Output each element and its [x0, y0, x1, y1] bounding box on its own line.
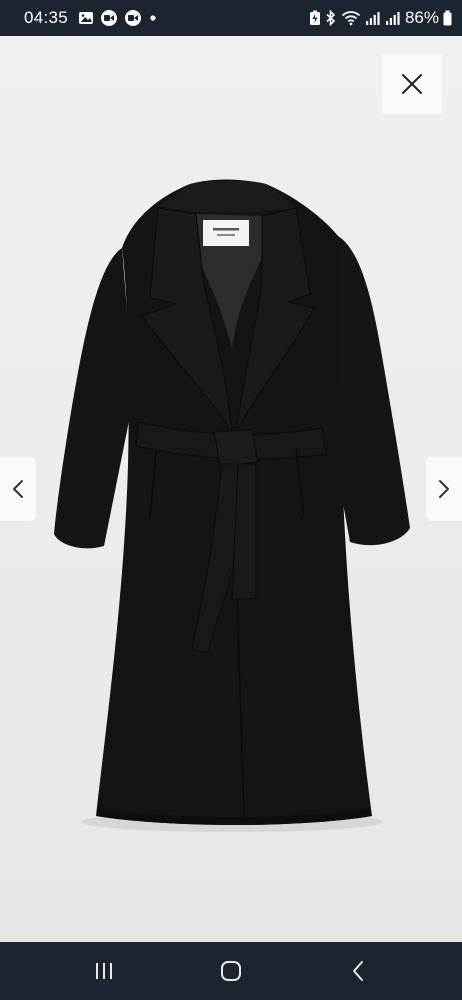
back-icon	[353, 961, 364, 981]
video-call-icon	[124, 9, 142, 27]
recent-apps-button[interactable]	[74, 946, 134, 996]
chevron-left-icon	[13, 480, 23, 498]
bluetooth-icon	[325, 10, 337, 26]
system-navigation-bar	[0, 942, 462, 1000]
next-image-button[interactable]	[426, 457, 462, 521]
video-call-icon	[100, 9, 118, 27]
battery-icon	[443, 10, 452, 26]
coat-collar	[158, 181, 296, 212]
back-button[interactable]	[328, 946, 388, 996]
image-viewer[interactable]	[0, 36, 462, 942]
coat-label	[203, 220, 249, 246]
notification-dot-icon	[148, 13, 158, 23]
belt-knot	[213, 429, 259, 467]
home-icon	[220, 961, 241, 981]
previous-image-button[interactable]	[0, 457, 36, 521]
close-button[interactable]	[382, 54, 442, 114]
status-left: 04:35	[24, 8, 158, 28]
battery-saver-icon	[309, 10, 321, 26]
close-icon	[402, 74, 422, 94]
home-button[interactable]	[201, 946, 261, 996]
status-time: 04:35	[24, 8, 69, 27]
wifi-icon	[341, 10, 361, 26]
battery-percentage: 86%	[404, 8, 439, 27]
product-image	[54, 179, 410, 832]
chevron-right-icon	[439, 480, 449, 498]
signal-icon	[385, 10, 401, 26]
recent-apps-icon	[95, 963, 112, 979]
left-sleeve	[54, 248, 134, 549]
signal-icon	[365, 10, 381, 26]
status-right: 86%	[309, 8, 452, 28]
gallery-icon	[78, 10, 94, 26]
status-bar: 04:35 86%	[0, 0, 462, 36]
